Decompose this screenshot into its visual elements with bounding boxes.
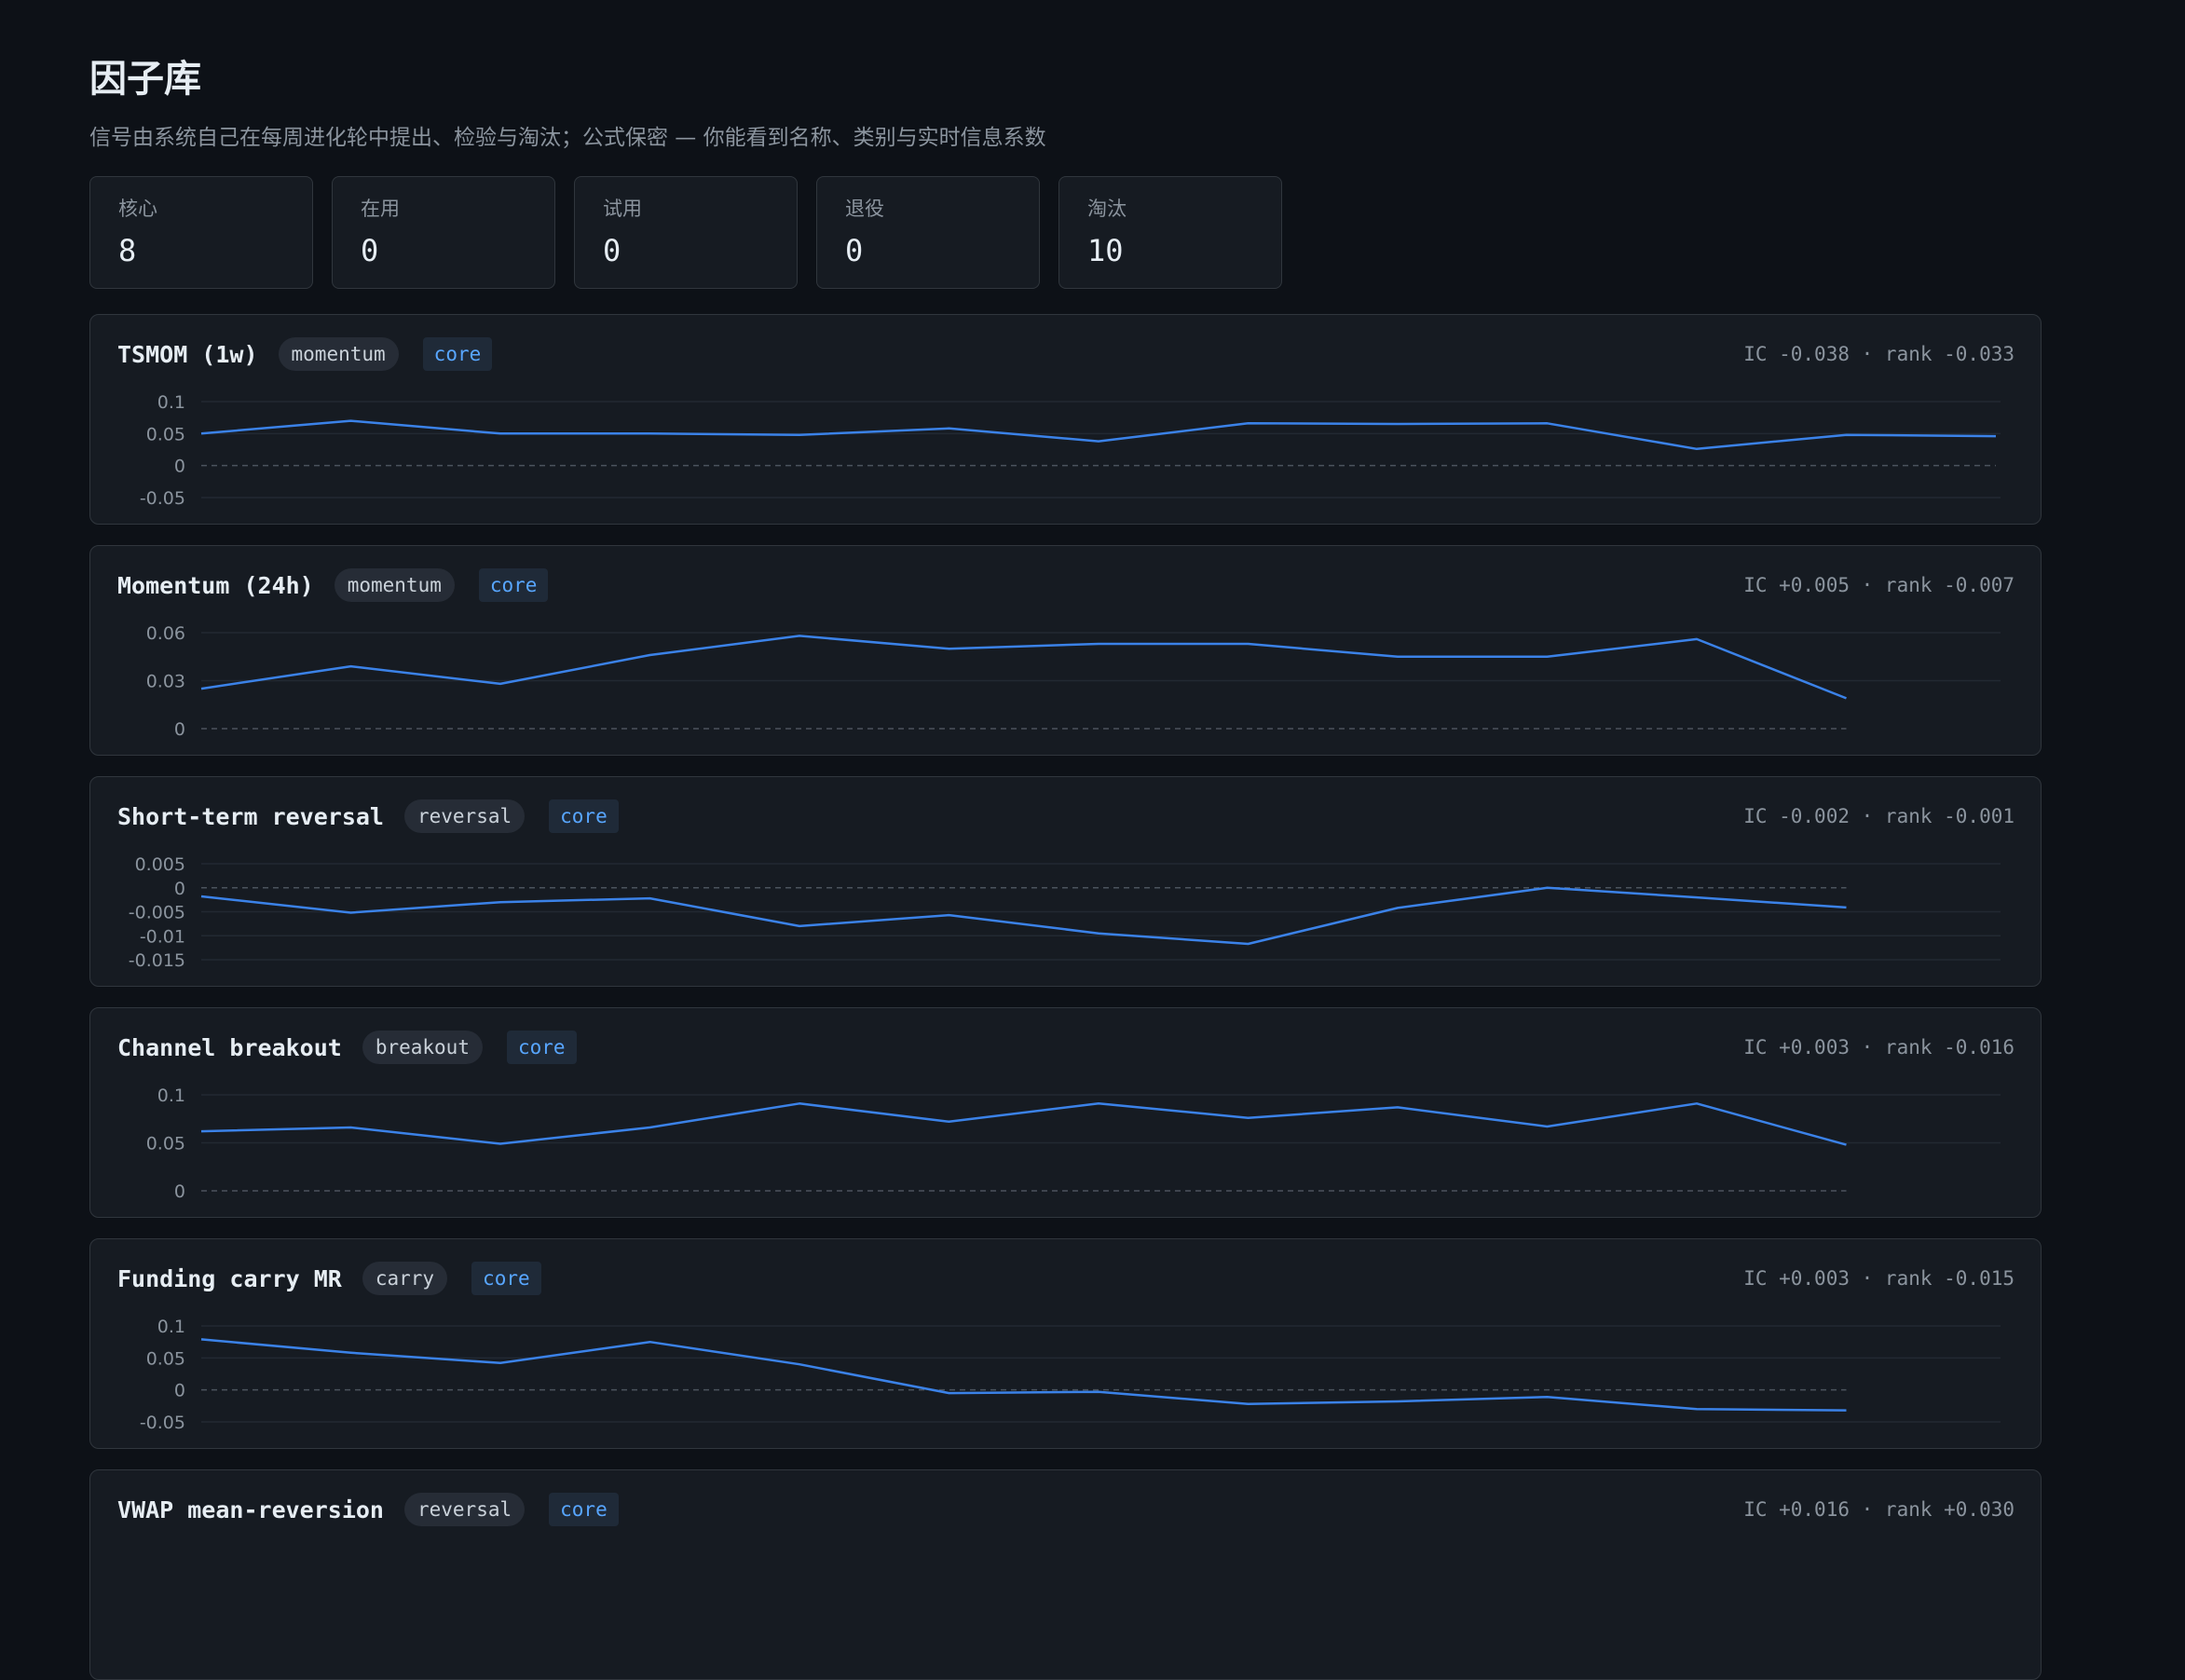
factor-card[interactable]: Funding carry MR carry core IC +0.003 · … (89, 1238, 2042, 1449)
stat-card-core: 核心 8 (89, 176, 313, 289)
ic-line-chart: 0.005 0 -0.005 -0.01 -0.015 (129, 854, 2001, 971)
stat-card-eliminated: 淘汰 10 (1058, 176, 1282, 289)
y-tick-label: -0.015 (129, 950, 185, 971)
factor-card[interactable]: TSMOM (1w) momentum core IC -0.038 · ran… (89, 314, 2042, 525)
y-tick-label: -0.05 (140, 1413, 185, 1433)
stat-label: 淘汰 (1087, 198, 1127, 220)
y-tick-label: 0.005 (135, 854, 185, 875)
y-tick-label: 0 (174, 879, 185, 899)
stat-card-retired: 退役 0 (816, 176, 1040, 289)
y-tick-label: 0.03 (146, 672, 185, 692)
ic-line-chart: 0.1 0.05 0 (146, 1086, 2001, 1202)
stat-card-trial: 试用 0 (574, 176, 798, 289)
stat-label: 退役 (845, 198, 884, 220)
stat-value: 0 (845, 233, 864, 268)
factor-card[interactable]: Short-term reversal reversal core IC -0.… (89, 776, 2042, 987)
y-tick-label: -0.005 (129, 903, 185, 923)
page-title: 因子库 (89, 58, 201, 101)
ic-series-line (200, 419, 1997, 451)
y-tick-label: -0.05 (140, 488, 185, 509)
y-tick-label: 0.1 (157, 392, 185, 413)
stat-label: 在用 (361, 198, 400, 220)
stat-label: 核心 (118, 198, 157, 220)
stat-value: 8 (118, 233, 137, 268)
stat-value: 10 (1087, 233, 1124, 268)
y-tick-label: 0 (174, 719, 185, 740)
stat-value: 0 (603, 233, 621, 268)
stat-value: 0 (361, 233, 379, 268)
stat-card-active: 在用 0 (332, 176, 555, 289)
factor-card[interactable]: Channel breakout breakout core IC +0.003… (89, 1007, 2042, 1218)
y-tick-label: 0 (174, 457, 185, 477)
factor-card[interactable]: Momentum (24h) momentum core IC +0.005 ·… (89, 545, 2042, 756)
y-tick-label: 0.1 (157, 1317, 185, 1337)
y-tick-label: 0.05 (146, 1348, 185, 1369)
y-tick-label: -0.01 (140, 926, 185, 947)
ic-line-chart: 0.06 0.03 0 (146, 623, 2001, 740)
stat-label: 试用 (603, 198, 642, 220)
ic-line-chart: 0.1 0.05 0 -0.05 (140, 1317, 2001, 1433)
y-tick-label: 0.1 (157, 1086, 185, 1106)
y-tick-label: 0 (174, 1181, 185, 1202)
y-tick-label: 0.06 (146, 623, 185, 644)
ic-series-line (200, 1102, 1847, 1146)
factor-card[interactable]: VWAP mean-reversion reversal core IC +0.… (89, 1469, 2042, 1680)
ic-series-line (200, 1338, 1847, 1412)
page-subtitle: 信号由系统自己在每周进化轮中提出、检验与淘汰；公式保密 — 你能看到名称、类别与… (89, 126, 1046, 150)
ic-line-chart: 0.1 0.05 0 -0.05 (140, 392, 2001, 509)
y-tick-label: 0.05 (146, 1134, 185, 1154)
ic-line-chart (90, 1470, 2042, 1680)
y-tick-label: 0.05 (146, 424, 185, 444)
y-tick-label: 0 (174, 1381, 185, 1401)
ic-series-line (200, 635, 1847, 700)
